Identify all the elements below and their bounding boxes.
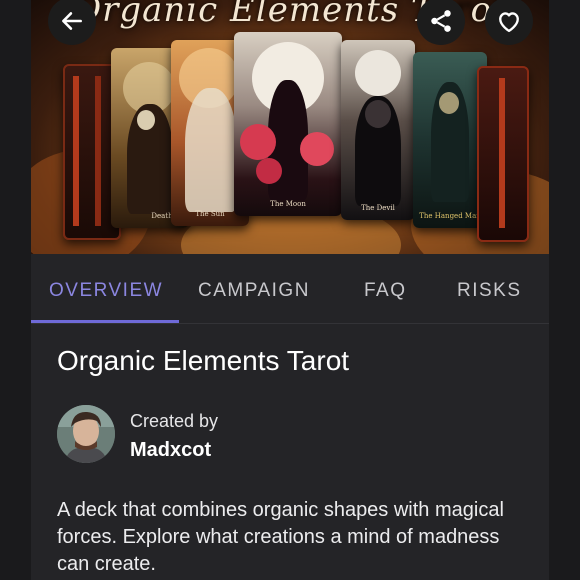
hero-image: Organic Elements Tarot Death The Sun Th [31,0,549,254]
card-caption: The Devil [361,204,395,212]
arrow-left-icon [62,12,82,30]
favorite-button[interactable] [485,0,533,45]
avatar-image [57,405,115,463]
app-screen: Organic Elements Tarot Death The Sun Th [31,0,549,580]
share-button[interactable] [417,0,465,45]
creator-avatar[interactable] [57,405,115,463]
tab-overview[interactable]: OVERVIEW [49,280,163,302]
tarot-card-the-devil: The Devil [341,40,415,220]
tab-bar: OVERVIEW CAMPAIGN FAQ RISKS [31,254,549,324]
heart-icon [499,12,519,33]
project-title: Organic Elements Tarot [57,345,350,376]
project-description: A deck that combines organic shapes with… [57,499,504,575]
share-icon [431,10,451,32]
tarot-card-the-hanged-man: The Hanged Man [413,52,487,228]
card-caption: The Moon [270,200,306,208]
back-button[interactable] [48,0,96,45]
creator-name[interactable]: Madxcot [130,439,211,462]
tab-risks[interactable]: RISKS [457,280,522,302]
tab-faq[interactable]: FAQ [364,280,407,302]
tab-campaign[interactable]: CAMPAIGN [198,280,310,302]
card-caption: The Hanged Man [419,212,481,220]
created-by-label: Created by [130,411,219,431]
tarot-card [477,66,529,242]
divider [31,323,549,324]
tarot-card-the-moon: The Moon [234,32,342,216]
hero-title: Organic Elements Tarot [73,0,505,30]
